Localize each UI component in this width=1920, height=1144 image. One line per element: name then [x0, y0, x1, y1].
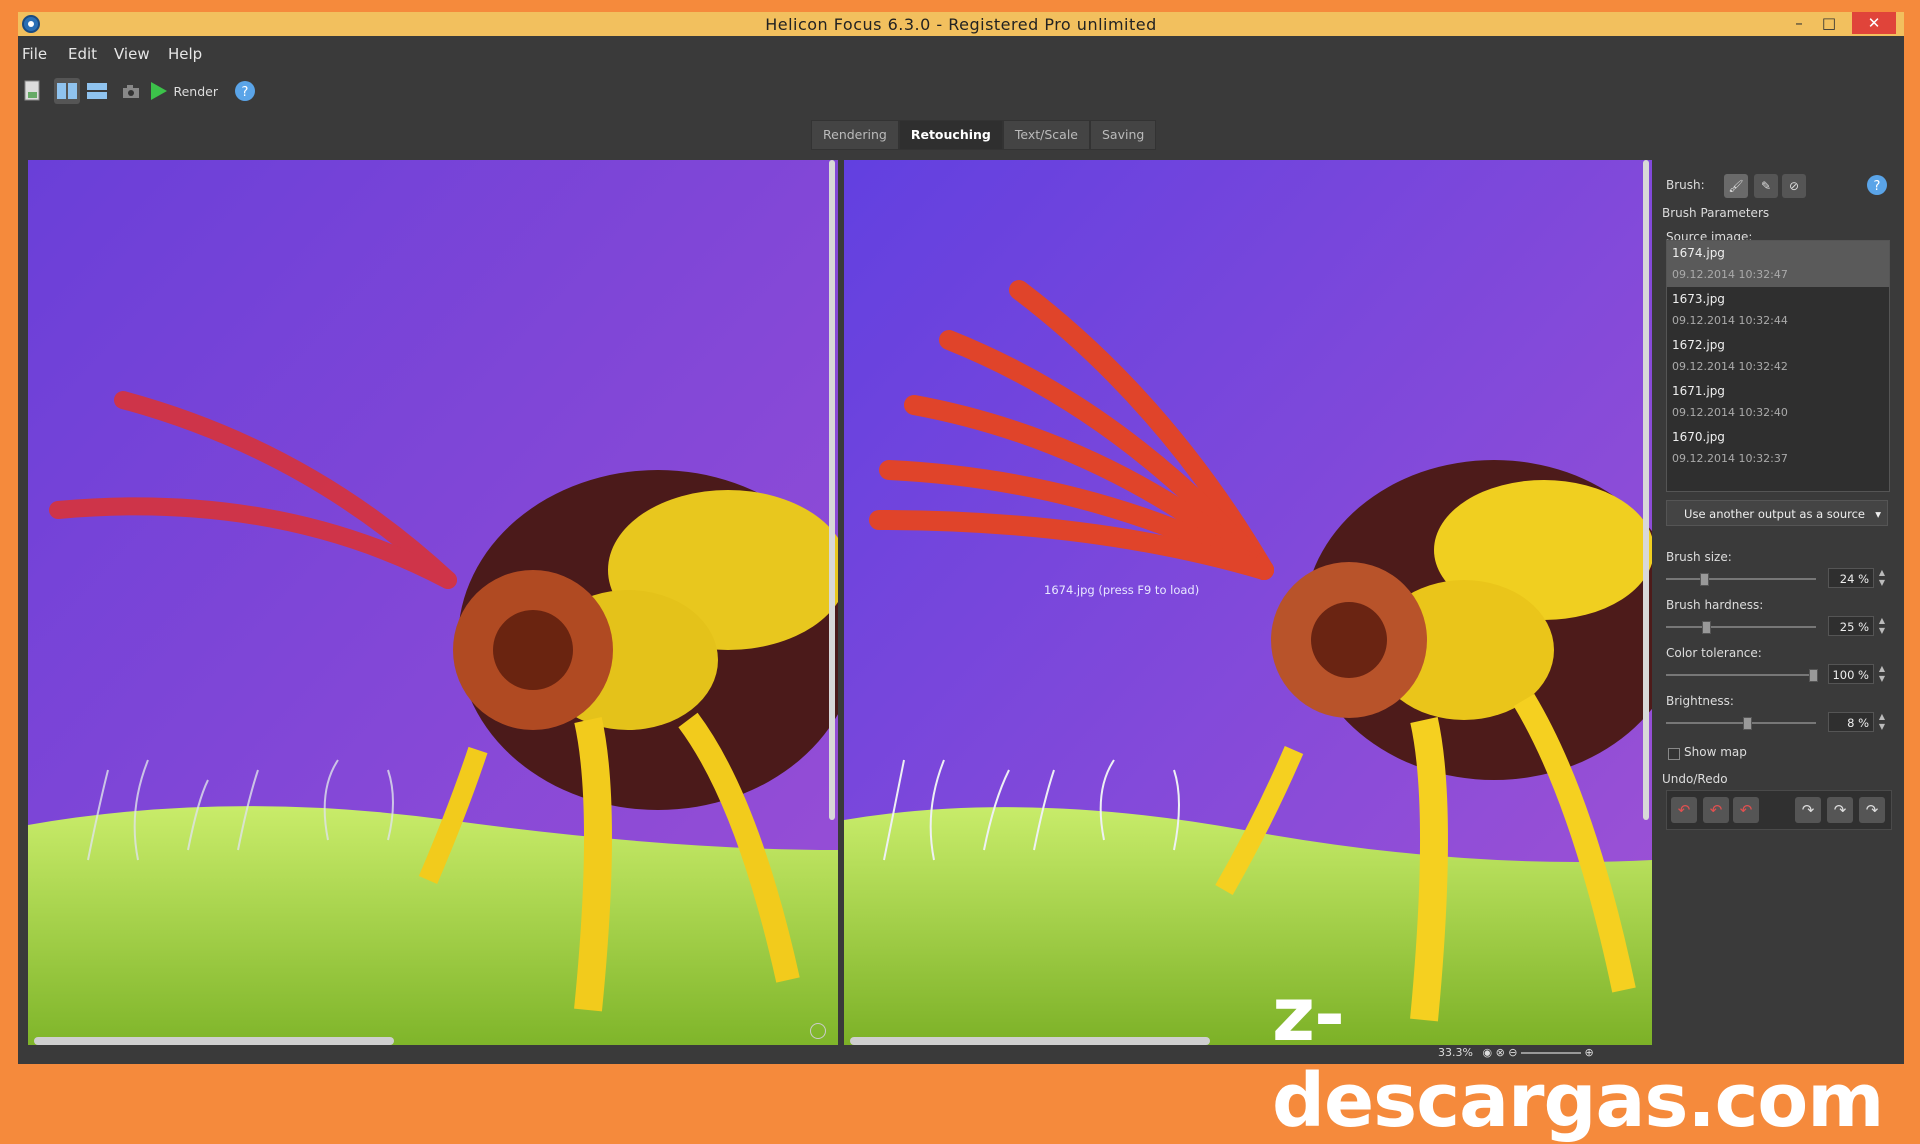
undo-all-icon[interactable]: ↶: [1671, 797, 1697, 823]
menu-view[interactable]: View: [114, 45, 150, 63]
color-tolerance-slider[interactable]: [1666, 669, 1818, 682]
color-tolerance-label: Color tolerance:: [1666, 646, 1762, 660]
source-image-list[interactable]: 1674.jpg 09.12.2014 10:32:47 1673.jpg 09…: [1666, 240, 1890, 492]
brightness-input[interactable]: 8 %: [1828, 712, 1874, 732]
play-icon: [151, 82, 167, 100]
brush-hardness-slider[interactable]: [1666, 621, 1816, 634]
load-hint-overlay: 1674.jpg (press F9 to load): [1044, 583, 1200, 597]
slider-thumb[interactable]: [1700, 573, 1709, 586]
insect-photo-left: [28, 160, 838, 1045]
window-title: Helicon Focus 6.3.0 - Registered Pro unl…: [765, 15, 1157, 34]
horizontal-scrollbar[interactable]: [34, 1037, 394, 1045]
menu-file[interactable]: File: [22, 45, 47, 63]
svg-text:?: ?: [1874, 179, 1881, 194]
app-window: Helicon Focus 6.3.0 - Registered Pro unl…: [18, 12, 1904, 1064]
close-button[interactable]: ✕: [1852, 12, 1896, 34]
brush-eraser-icon[interactable]: ⊘: [1782, 174, 1806, 198]
brush-hardness-input[interactable]: 25 %: [1828, 616, 1874, 636]
brush-size-input[interactable]: 24 %: [1828, 568, 1874, 588]
show-map-label: Show map: [1684, 745, 1747, 759]
redo-all-icon[interactable]: ↷: [1859, 797, 1885, 823]
zoom-icon[interactable]: [810, 1023, 826, 1039]
result-image-pane[interactable]: 1674.jpg (press F9 to load): [844, 160, 1652, 1045]
brush-hardness-label: Brush hardness:: [1666, 598, 1764, 612]
brightness-label: Brightness:: [1666, 694, 1734, 708]
render-label: Render: [173, 83, 218, 99]
brush-source-icon[interactable]: 🖌: [1724, 174, 1748, 198]
maximize-button[interactable]: □: [1814, 12, 1844, 34]
toolbar: Render ?: [18, 74, 1904, 110]
split-horizontal-icon[interactable]: [84, 78, 110, 104]
svg-text:?: ?: [242, 85, 249, 100]
menu-edit[interactable]: Edit: [68, 45, 97, 63]
camera-icon[interactable]: [118, 78, 144, 104]
undo-step-icon[interactable]: ↶: [1733, 797, 1759, 823]
render-button[interactable]: Render: [148, 78, 218, 104]
retouch-panel: Brush: 🖌 ✎ ⊘ ? Brush Parameters Source i…: [1658, 160, 1898, 1040]
list-item[interactable]: 1670.jpg 09.12.2014 10:32:37: [1667, 425, 1889, 471]
menu-help[interactable]: Help: [168, 45, 202, 63]
undo-redo-toolbar: ↶ ↶ ↶ ↷ ↷ ↷: [1666, 790, 1892, 830]
spin-arrows-icon[interactable]: ▲ ▼: [1876, 664, 1888, 684]
list-item[interactable]: 1673.jpg 09.12.2014 10:32:44: [1667, 287, 1889, 333]
tab-rendering[interactable]: Rendering: [811, 120, 899, 150]
slider-thumb[interactable]: [1743, 717, 1752, 730]
menu-bar: File Edit View Help: [18, 42, 1904, 66]
list-item[interactable]: 1674.jpg 09.12.2014 10:32:47: [1667, 241, 1889, 287]
color-tolerance-input[interactable]: 100 %: [1828, 664, 1874, 684]
redo-icon[interactable]: ↷: [1827, 797, 1853, 823]
minimize-button[interactable]: –: [1784, 12, 1814, 34]
tab-text-scale[interactable]: Text/Scale: [1002, 120, 1090, 150]
brush-params-heading: Brush Parameters: [1662, 206, 1770, 220]
brush-label: Brush:: [1666, 178, 1705, 192]
undo-icon[interactable]: ↶: [1703, 797, 1729, 823]
split-vertical-icon[interactable]: [54, 78, 80, 104]
title-bar: Helicon Focus 6.3.0 - Registered Pro unl…: [18, 12, 1904, 36]
horizontal-scrollbar[interactable]: [850, 1037, 1210, 1045]
panel-help-icon[interactable]: ?: [1866, 174, 1888, 200]
slider-thumb[interactable]: [1702, 621, 1711, 634]
mode-tabs: Rendering Retouching Text/Scale Saving: [811, 120, 1157, 150]
spin-arrows-icon[interactable]: ▲ ▼: [1876, 616, 1888, 636]
vertical-scrollbar[interactable]: [829, 160, 835, 820]
use-another-output-dropdown[interactable]: Use another output as a source: [1666, 500, 1888, 527]
brush-size-slider[interactable]: [1666, 573, 1816, 586]
new-file-icon[interactable]: [20, 78, 46, 104]
brush-pencil-icon[interactable]: ✎: [1754, 174, 1778, 198]
slider-thumb[interactable]: [1809, 669, 1818, 682]
tab-retouching[interactable]: Retouching: [898, 120, 1003, 150]
watermark-text: z-descargas.com: [1272, 972, 1884, 1144]
brightness-slider[interactable]: [1666, 717, 1816, 730]
list-item[interactable]: 1672.jpg 09.12.2014 10:32:42: [1667, 333, 1889, 379]
show-map-checkbox[interactable]: [1668, 748, 1680, 760]
help-icon[interactable]: ?: [232, 78, 258, 104]
vertical-scrollbar[interactable]: [1643, 160, 1649, 820]
insect-photo-right: [844, 160, 1652, 1045]
brush-size-label: Brush size:: [1666, 550, 1732, 564]
list-item[interactable]: 1671.jpg 09.12.2014 10:32:40: [1667, 379, 1889, 425]
undo-redo-heading: Undo/Redo: [1662, 772, 1728, 786]
source-image-pane[interactable]: [28, 160, 838, 1045]
spin-arrows-icon[interactable]: ▲ ▼: [1876, 568, 1888, 588]
spin-arrows-icon[interactable]: ▲ ▼: [1876, 712, 1888, 732]
tab-saving[interactable]: Saving: [1089, 120, 1157, 150]
redo-step-icon[interactable]: ↷: [1795, 797, 1821, 823]
